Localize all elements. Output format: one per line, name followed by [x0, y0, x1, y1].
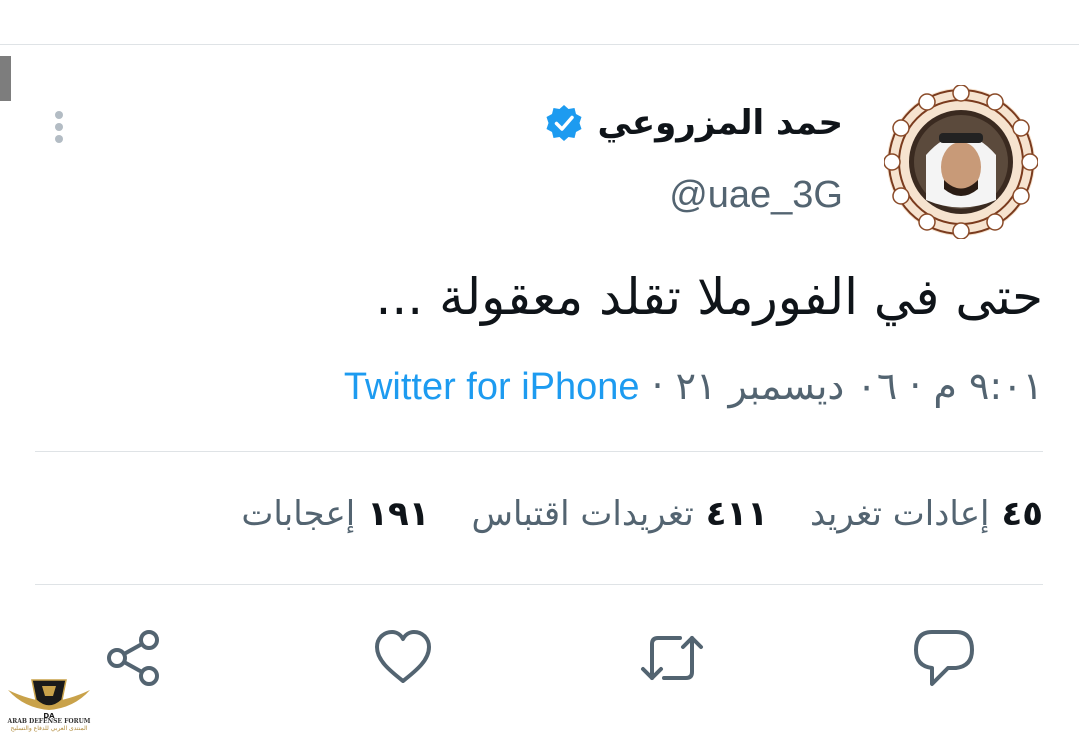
author-name-row[interactable]: حمد المزروعي — [544, 103, 843, 143]
share-icon — [107, 630, 159, 686]
like-button[interactable] — [371, 626, 435, 690]
reply-bubble-icon — [914, 630, 974, 686]
more-options-button[interactable] — [48, 108, 70, 152]
tweet-source-link[interactable]: Twitter for iPhone — [344, 366, 640, 409]
watermark-text: ARAB DEFENSE FORUM المنتدى العربي للدفاع… — [4, 718, 94, 732]
dot — [55, 123, 63, 131]
quotes-count: ٤١١ — [705, 494, 769, 534]
meta-separator: · — [909, 364, 922, 408]
quotes-label: تغريدات اقتباس — [471, 494, 694, 534]
tweet-metadata: ٩:٠١ م · ٠٦ ديسمبر ٢١ · Twitter for iPho… — [344, 364, 1043, 409]
divider — [35, 584, 1043, 585]
retweets-count: ٤٥ — [1001, 494, 1043, 534]
user-handle[interactable]: @uae_3G — [669, 174, 843, 217]
likes-stat[interactable]: ١٩١ إعجابات — [241, 494, 429, 534]
share-button[interactable] — [102, 626, 166, 690]
engagement-stats: ٤٥ إعادات تغريد ٤١١ تغريدات اقتباس ١٩١ إ… — [241, 494, 1043, 534]
scroll-indicator — [0, 56, 11, 101]
retweets-label: إعادات تغريد — [810, 494, 990, 534]
meta-separator: · — [651, 364, 664, 408]
quotes-stat[interactable]: ٤١١ تغريدات اقتباس — [472, 494, 769, 534]
likes-label: إعجابات — [241, 494, 356, 534]
forum-watermark-logo: DA ARAB DEFENSE FORUM المنتدى العربي للد… — [4, 672, 94, 738]
top-divider — [0, 44, 1079, 45]
tweet-actions-bar — [0, 626, 1079, 690]
retweet-button[interactable] — [640, 626, 704, 690]
tweet-text: حتى في الفورملا تقلد معقولة ... — [375, 268, 1043, 326]
dot — [55, 135, 63, 143]
likes-count: ١٩١ — [367, 494, 430, 534]
divider — [35, 451, 1043, 452]
retweet-icon — [641, 636, 703, 680]
watermark-title: ARAB DEFENSE FORUM — [7, 718, 91, 725]
reply-button[interactable] — [912, 626, 976, 690]
vertical-dots-icon — [55, 111, 63, 119]
forum-logo-icon: DA — [8, 679, 90, 720]
heart-icon — [375, 630, 431, 683]
retweets-stat[interactable]: ٤٥ إعادات تغريد — [810, 494, 1043, 534]
watermark-subtitle: المنتدى العربي للدفاع والتسليح — [10, 725, 88, 732]
tweet-time[interactable]: ٩:٠١ م — [933, 364, 1043, 408]
verified-badge-icon — [546, 105, 582, 141]
tweet-date[interactable]: ٠٦ ديسمبر ٢١ — [676, 364, 898, 408]
avatar[interactable] — [884, 85, 1038, 239]
display-name[interactable]: حمد المزروعي — [598, 103, 843, 143]
